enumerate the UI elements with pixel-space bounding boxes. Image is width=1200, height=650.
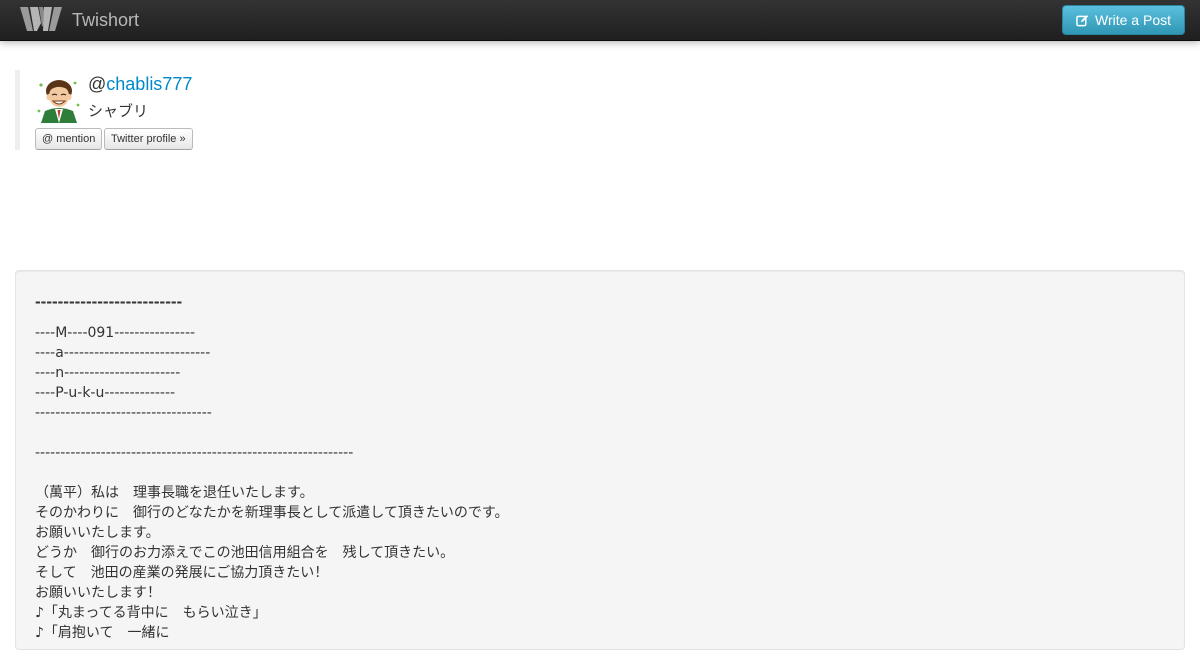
post-line: そのかわりに 御行のどなたかを新理事長として派遣して頂きたいのです。 [35, 505, 509, 521]
write-post-label: Write a Post [1095, 12, 1171, 28]
at-sign: @ [88, 74, 107, 94]
post-line: ----P-u-k-u-------------- [35, 385, 176, 401]
profile-card: @chablis777 シャブリ @ mention Twitter profi… [15, 70, 320, 150]
post-line: そして 池田の産業の発展にご協力頂きたい！ [35, 565, 329, 581]
avatar-image [35, 75, 83, 123]
post-line: （萬平）私は 理事長職を退任いたします。 [35, 485, 314, 501]
display-name: シャブリ [88, 102, 149, 120]
post-line: お願いいたします！ [35, 585, 161, 601]
post-line [35, 423, 1165, 443]
top-navbar: Twishort Write a Post [0, 0, 1200, 41]
post-body: ----M----091---------------- ----a------… [35, 323, 1165, 643]
post-line: ♪「丸まってる背中に もらい泣き」 [35, 605, 267, 621]
post-line: どうか 御行のお力添えでこの池田信用組合を 残して頂きたい。 [35, 545, 455, 561]
write-post-button[interactable]: Write a Post [1062, 5, 1185, 35]
avatar[interactable] [35, 75, 83, 123]
profile-handle: @chablis777 [88, 74, 192, 95]
mention-button[interactable]: @ mention [35, 128, 103, 150]
username-link[interactable]: chablis777 [106, 74, 192, 94]
post-line: ----------------------------------- [35, 405, 212, 421]
twitter-profile-button[interactable]: Twitter profile » [104, 128, 193, 150]
post-line: ----n----------------------- [35, 365, 181, 381]
post-line: ♪「肩抱いて 一緒に [35, 625, 170, 641]
post-line [35, 463, 1165, 483]
post-line: お願いいたします。 [35, 525, 160, 541]
brand-link[interactable]: Twishort [18, 5, 139, 35]
post-line: ----------------------------------------… [35, 445, 354, 461]
twishort-logo-icon [20, 7, 62, 31]
post-title: -------------------------- [35, 292, 183, 311]
post-line: ----M----091---------------- [35, 325, 196, 341]
post-content: -------------------------- ----M----091-… [15, 270, 1185, 650]
brand-name: Twishort [72, 9, 140, 30]
edit-icon [1076, 14, 1089, 26]
post-line: ----a----------------------------- [35, 345, 211, 361]
